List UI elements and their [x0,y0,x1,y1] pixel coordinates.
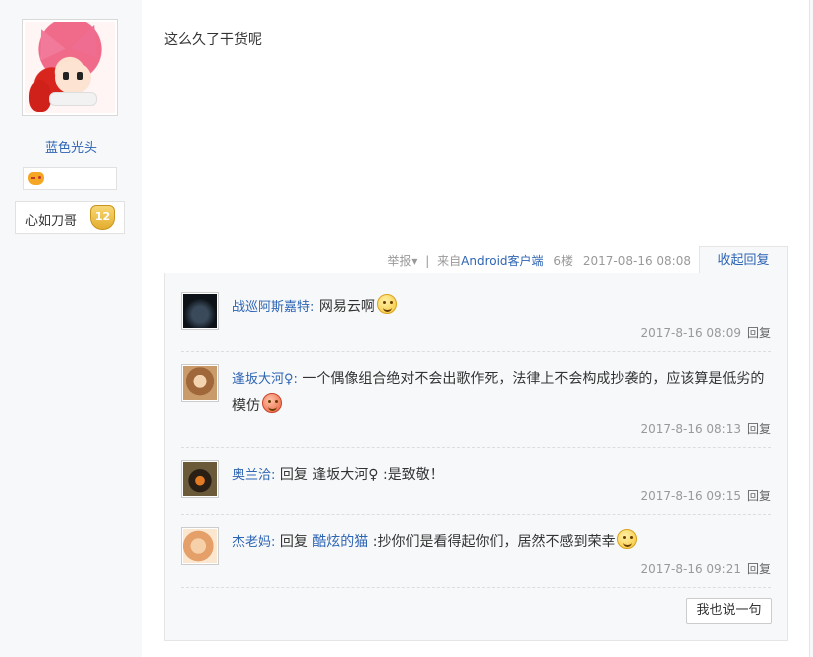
reply-time: 2017-8-16 08:09 [640,326,741,340]
post-content: 这么久了干货呢 [164,32,262,48]
reply-avatar[interactable] [181,527,219,565]
reply-text-prefix: 回复 [275,534,313,550]
separator: | [425,254,430,268]
reply-meta: 2017-8-16 09:21 回复 [640,560,771,577]
client-link[interactable]: Android客户端 [461,254,543,268]
post-tail: 举报▾ | 来自Android客户端 6楼 2017-08-16 08:08 收… [164,246,788,274]
reply-time: 2017-8-16 09:15 [640,489,741,503]
reply-text: 回复 逢坂大河♀ :是致敬！ [275,467,444,483]
reply-button[interactable]: 回复 [747,562,771,576]
reply-text: 网易云啊 [314,299,375,315]
collapse-replies-button[interactable]: 收起回复 [699,246,788,274]
reply-button[interactable]: 回复 [747,422,771,436]
report-button[interactable]: 举报▾ [387,254,417,268]
author-sidebar: 蓝色光头 心如刀哥 12 [0,0,142,657]
reply-time: 2017-8-16 09:21 [640,562,741,576]
reply-username[interactable]: 杰老妈: [232,535,275,550]
reply-body: 战巡阿斯嘉特: 网易云啊 [232,294,772,321]
smile-emoji-icon [376,294,397,314]
reply-username[interactable]: 奥兰洽: [232,468,275,483]
reply-avatar[interactable] [181,460,219,498]
author-badge-box [23,167,117,190]
reply-meta: 2017-8-16 08:13 回复 [640,420,771,437]
author-level-box[interactable]: 心如刀哥 12 [15,201,125,234]
reply-meta: 2017-8-16 08:09 回复 [640,324,771,341]
reply-body: 杰老妈: 回复 酷炫的猫 :抄你们是看得起你们，居然不感到荣幸 [232,529,772,556]
level-badge-icon: 12 [90,205,115,230]
reply-body: 奥兰洽: 回复 逢坂大河♀ :是致敬！ [232,462,772,489]
reply-button[interactable]: 回复 [747,489,771,503]
reply-text: 一个偶像组合绝对不会出歌作死，法律上不会构成抄袭的，应该算是低劣的模仿 [232,371,765,414]
smile-emoji-icon [262,393,282,413]
chevron-down-icon: ▾ [411,254,418,268]
from-prefix: 来自 [437,254,462,268]
author-avatar[interactable] [22,19,118,116]
reply-avatar[interactable] [181,364,219,402]
reply-divider [181,587,771,588]
reply-panel: 战巡阿斯嘉特: 网易云啊 2017-8-16 08:09 回复 逢坂大河♀: 一个… [164,273,788,641]
smile-emoji-icon [617,529,638,549]
reply-time: 2017-8-16 08:13 [640,422,741,436]
post-datetime: 2017-08-16 08:08 [582,254,691,268]
reply-username[interactable]: 战巡阿斯嘉特: [232,300,314,315]
reply-divider [181,351,771,352]
reply-meta: 2017-8-16 09:15 回复 [640,487,771,504]
author-username[interactable]: 蓝色光头 [0,137,142,156]
reply-body: 逢坂大河♀: 一个偶像组合绝对不会出歌作死，法律上不会构成抄袭的，应该算是低劣的… [232,366,772,420]
reply-button[interactable]: 回复 [747,326,771,340]
avatar-image [25,22,115,113]
floor-number: 6楼 [553,254,574,268]
reply-divider [181,514,771,515]
level-name: 心如刀哥 [25,214,78,229]
reply-avatar[interactable] [181,292,219,330]
reply-divider [181,447,771,448]
right-edge [809,0,813,657]
reply-text: :抄你们是看得起你们，居然不感到荣幸 [368,534,616,550]
reply-mention-link[interactable]: 酷炫的猫 [312,534,368,550]
reply-username[interactable]: 逢坂大河♀: [232,372,298,387]
game-controller-icon[interactable] [28,172,44,185]
add-comment-button[interactable]: 我也说一句 [686,598,772,624]
